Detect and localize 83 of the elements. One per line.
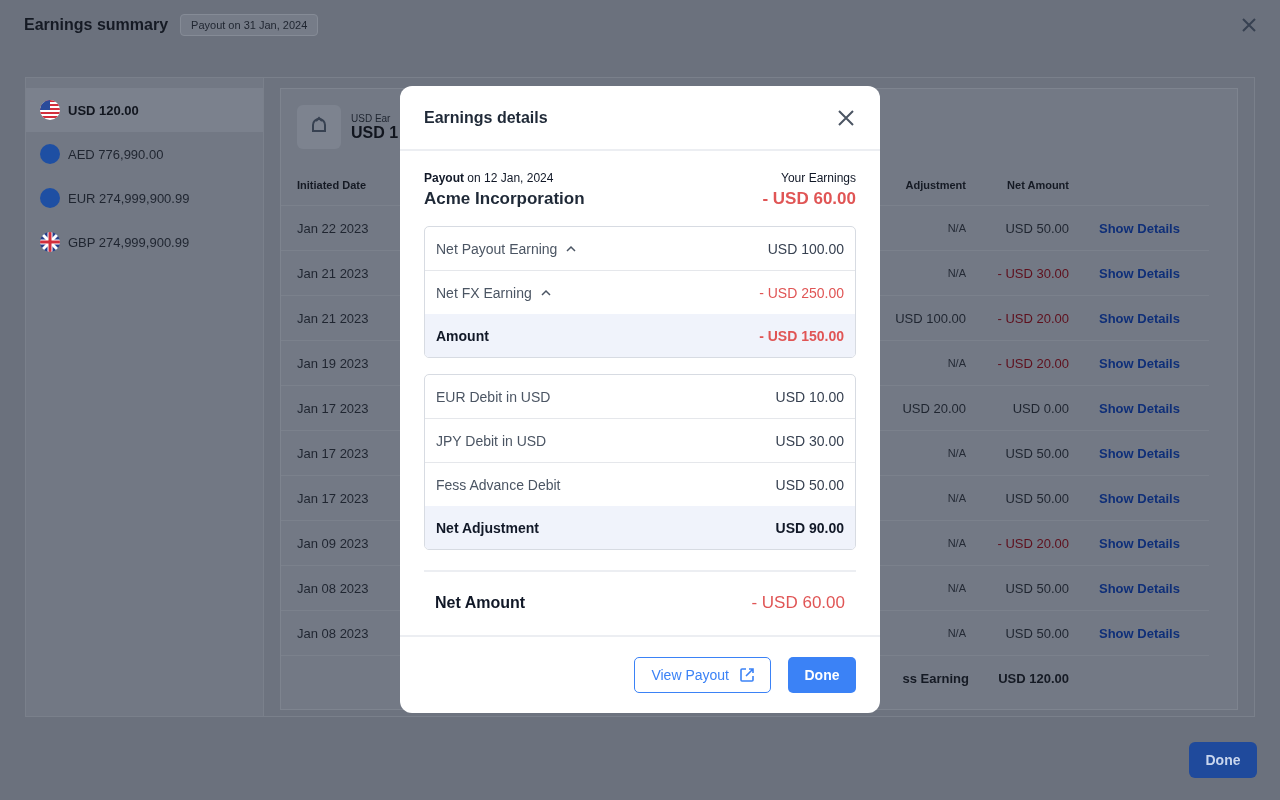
table-cell: Jan 17 2023 — [281, 430, 385, 475]
row-label: Net Payout Earning — [436, 240, 558, 257]
column-header: Initiated Date — [296, 178, 368, 193]
currency-item[interactable]: AED 776,990.00 — [26, 132, 263, 176]
column-header: Net Amount — [1006, 178, 1069, 193]
show-details-link[interactable]: Show Details — [1069, 310, 1180, 326]
table-cell: - USD 20.00 — [997, 310, 1069, 326]
table-cell: - USD 20.00 — [997, 535, 1069, 551]
payout-date: Payout on 12 Jan, 2024 — [424, 171, 554, 185]
view-payout-button[interactable]: View Payout — [634, 657, 771, 693]
table-cell: Jan 09 2023 — [281, 520, 385, 565]
external-link-icon — [739, 667, 755, 683]
table-cell: Jan 17 2023 — [281, 475, 385, 520]
table-cell: USD 50.00 — [1005, 625, 1069, 641]
row-label: Fess Advance Debit — [436, 476, 561, 493]
summary-label: USD Ear — [351, 112, 392, 124]
amount: USD 50.00 — [775, 476, 844, 493]
amount: USD 100.00 — [767, 240, 844, 257]
table-cell: Jan 08 2023 — [281, 610, 385, 655]
done-button[interactable]: Done — [788, 657, 856, 693]
table-cell: Jan 21 2023 — [281, 295, 385, 340]
summary-value: USD 1 — [351, 123, 399, 142]
table-cell: Jan 22 2023 — [281, 205, 385, 250]
table-cell: USD 50.00 — [1005, 580, 1069, 596]
table-cell: - USD 20.00 — [997, 355, 1069, 371]
amount: - USD 250.00 — [759, 284, 844, 301]
show-details-link[interactable]: Show Details — [1069, 445, 1180, 461]
column-header: Adjustment — [904, 178, 966, 193]
table-cell: Jan 08 2023 — [281, 565, 385, 610]
table-cell: Jan 21 2023 — [281, 250, 385, 295]
footer-label: ss Earning — [902, 670, 969, 686]
net-amount-value: - USD 60.00 — [751, 593, 845, 613]
table-cell: Jan 17 2023 — [281, 385, 385, 430]
table-cell: USD 100.00 — [895, 310, 966, 326]
flag-icon — [40, 100, 60, 120]
show-details-link[interactable]: Show Details — [1069, 625, 1180, 641]
amount: USD 30.00 — [775, 432, 844, 449]
flag-icon — [40, 188, 60, 208]
show-details-link[interactable]: Show Details — [1069, 490, 1180, 506]
earnings-amount: - USD 60.00 — [762, 189, 856, 209]
amount: USD 90.00 — [775, 519, 844, 536]
table-cell: Jan 19 2023 — [281, 340, 385, 385]
payout-badge: Payout on 31 Jan, 2024 — [180, 14, 319, 36]
show-details-link[interactable]: Show Details — [1069, 535, 1180, 551]
table-cell: USD 50.00 — [1005, 445, 1069, 461]
row-label: Net FX Earning — [436, 284, 532, 301]
flag-icon — [40, 144, 60, 164]
show-details-link[interactable]: Show Details — [1069, 265, 1180, 281]
table-cell: USD 20.00 — [902, 400, 966, 416]
show-details-link[interactable]: Show Details — [1069, 355, 1180, 371]
row-label: EUR Debit in USD — [436, 388, 551, 405]
show-details-link[interactable]: Show Details — [1069, 220, 1180, 236]
company-name: Acme Incorporation — [424, 189, 585, 209]
table-cell: N/A — [947, 267, 966, 279]
row-label: Amount — [436, 327, 489, 344]
table-cell: N/A — [947, 447, 966, 459]
amount: USD 10.00 — [775, 388, 844, 405]
currency-item[interactable]: GBP 274,999,900.99 — [26, 220, 263, 264]
table-cell: N/A — [947, 357, 966, 369]
table-cell: USD 0.00 — [1012, 400, 1069, 416]
amount: - USD 150.00 — [759, 327, 844, 344]
show-details-link[interactable]: Show Details — [1069, 400, 1180, 416]
table-cell: N/A — [947, 222, 966, 234]
table-cell: N/A — [947, 582, 966, 594]
earnings-label: Your Earnings — [781, 171, 856, 185]
table-cell: USD 50.00 — [1005, 220, 1069, 236]
flag-icon — [40, 232, 60, 252]
table-cell: USD 50.00 — [1005, 490, 1069, 506]
footer-value: USD 120.00 — [998, 670, 1069, 686]
table-cell: N/A — [947, 627, 966, 639]
close-button[interactable] — [836, 107, 856, 128]
row-label: Net Adjustment — [436, 519, 539, 536]
table-cell: - USD 30.00 — [997, 265, 1069, 281]
show-details-link[interactable]: Show Details — [1069, 580, 1180, 596]
currency-item[interactable]: USD 120.00 — [26, 88, 263, 132]
table-cell: N/A — [947, 492, 966, 504]
net-amount-label: Net Amount — [435, 594, 526, 612]
row-label: JPY Debit in USD — [436, 432, 547, 449]
currency-item[interactable]: EUR 274,999,900.99 — [26, 176, 263, 220]
page-title: Earnings summary — [24, 16, 169, 34]
done-button[interactable]: Done — [1189, 742, 1257, 778]
dialog-title: Earnings details — [424, 108, 548, 127]
table-cell: N/A — [947, 537, 966, 549]
